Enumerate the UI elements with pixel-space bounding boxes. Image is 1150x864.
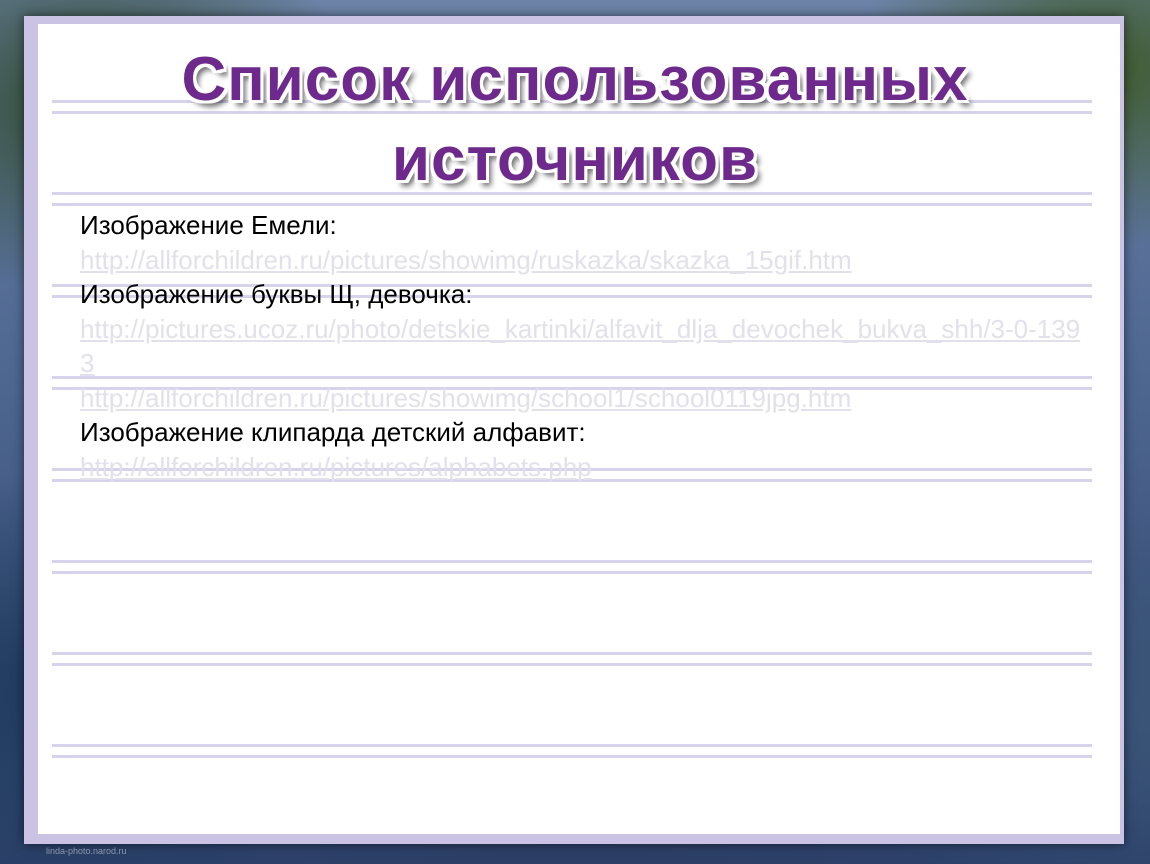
- source-link-letter-shch[interactable]: http://pictures.ucoz.ru/photo/detskie_ka…: [80, 312, 1090, 381]
- background-watermark: linda-photo.narod.ru: [46, 846, 127, 856]
- source-link-girl[interactable]: http://allforchildren.ru/pictures/showim…: [80, 381, 1090, 416]
- source-label-alphabet-clipart: Изображение клипарда детский алфавит:: [80, 417, 586, 447]
- source-link-alphabet-clipart[interactable]: http://allforchildren.ru/pictures/alphab…: [80, 450, 1090, 485]
- sources-list: Изображение Емели: http://allforchildren…: [80, 208, 1090, 484]
- source-label-emelya: Изображение Емели:: [80, 210, 337, 240]
- title-line-2: источников: [391, 125, 759, 194]
- source-label-letter-shch: Изображение буквы Щ, девочка:: [80, 279, 473, 309]
- slide-title: Список использованных источников: [40, 40, 1110, 200]
- title-line-1: Список использованных: [181, 45, 969, 114]
- source-link-emelya[interactable]: http://allforchildren.ru/pictures/showim…: [80, 243, 1090, 278]
